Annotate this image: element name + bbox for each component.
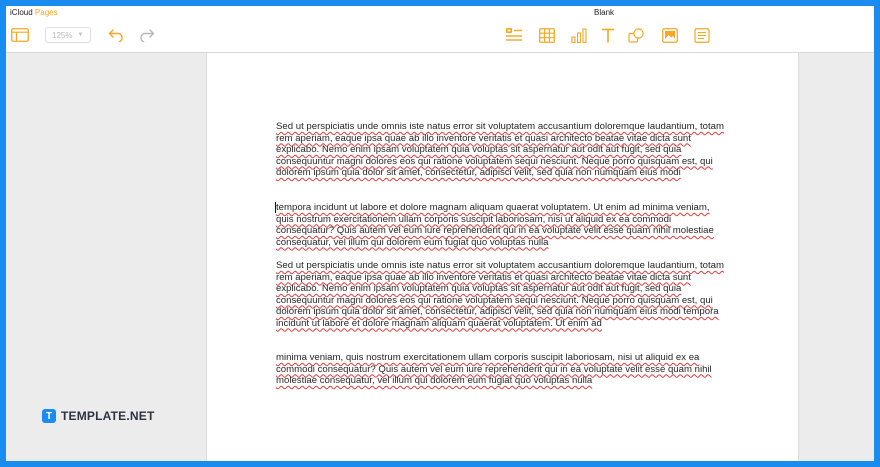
undo-icon [108, 29, 123, 42]
media-icon [662, 27, 678, 43]
paragraph-2[interactable]: tempora incidunt ut labore et dolore mag… [276, 202, 728, 248]
watermark-text: TEMPLATE.NET [61, 409, 155, 423]
table-button[interactable] [537, 26, 557, 44]
document-title: Blank [594, 8, 615, 17]
media-button[interactable] [660, 26, 680, 44]
app-name: iCloud [10, 8, 33, 17]
app-product: Pages [34, 8, 58, 17]
paragraph-1[interactable]: Sed ut perspiciatis unde omnis iste natu… [276, 121, 728, 179]
chevron-down-icon: ▼ [77, 32, 84, 38]
undo-button[interactable] [107, 26, 127, 44]
paragraph-2-text: tempora incidunt ut labore et dolore mag… [276, 202, 714, 248]
redo-icon [140, 29, 155, 42]
document-canvas: Sed ut perspiciatis unde omnis iste natu… [6, 53, 874, 461]
document-page[interactable]: Sed ut perspiciatis unde omnis iste natu… [206, 53, 799, 461]
shape-icon [628, 27, 644, 43]
bar-chart-icon [571, 27, 587, 43]
app-title: iCloud Pages [10, 8, 58, 17]
table-icon [539, 27, 555, 43]
text-button[interactable] [598, 26, 618, 44]
comment-button[interactable] [692, 26, 712, 44]
paragraph-3-text: Sed ut perspiciatis unde omnis iste natu… [276, 260, 724, 329]
pages-window: iCloud Pages Blank 125% ▼ Sed ut perspic… [6, 6, 874, 461]
paragraph-1-text: Sed ut perspiciatis unde omnis iste natu… [276, 121, 724, 178]
insert-button[interactable] [504, 26, 524, 44]
zoom-select[interactable]: 125% ▼ [45, 27, 91, 43]
template-logo-icon: T [42, 409, 56, 423]
paragraph-4-text: minima veniam, quis nostrum exercitation… [276, 352, 712, 386]
shape-button[interactable] [626, 26, 646, 44]
chart-button[interactable] [569, 26, 589, 44]
template-net-watermark: T TEMPLATE.NET [42, 409, 155, 423]
toolbar: iCloud Pages Blank 125% ▼ [6, 6, 874, 53]
zoom-value: 125% [52, 30, 73, 40]
view-menu-button[interactable] [10, 26, 30, 44]
comment-icon [694, 27, 710, 43]
paragraph-4[interactable]: minima veniam, quis nostrum exercitation… [276, 352, 728, 387]
redo-button[interactable] [136, 26, 156, 44]
insert-list-icon [506, 28, 522, 41]
paragraph-3[interactable]: Sed ut perspiciatis unde omnis iste natu… [276, 260, 728, 329]
text-icon [602, 28, 614, 42]
sidebar-view-icon [11, 28, 29, 42]
